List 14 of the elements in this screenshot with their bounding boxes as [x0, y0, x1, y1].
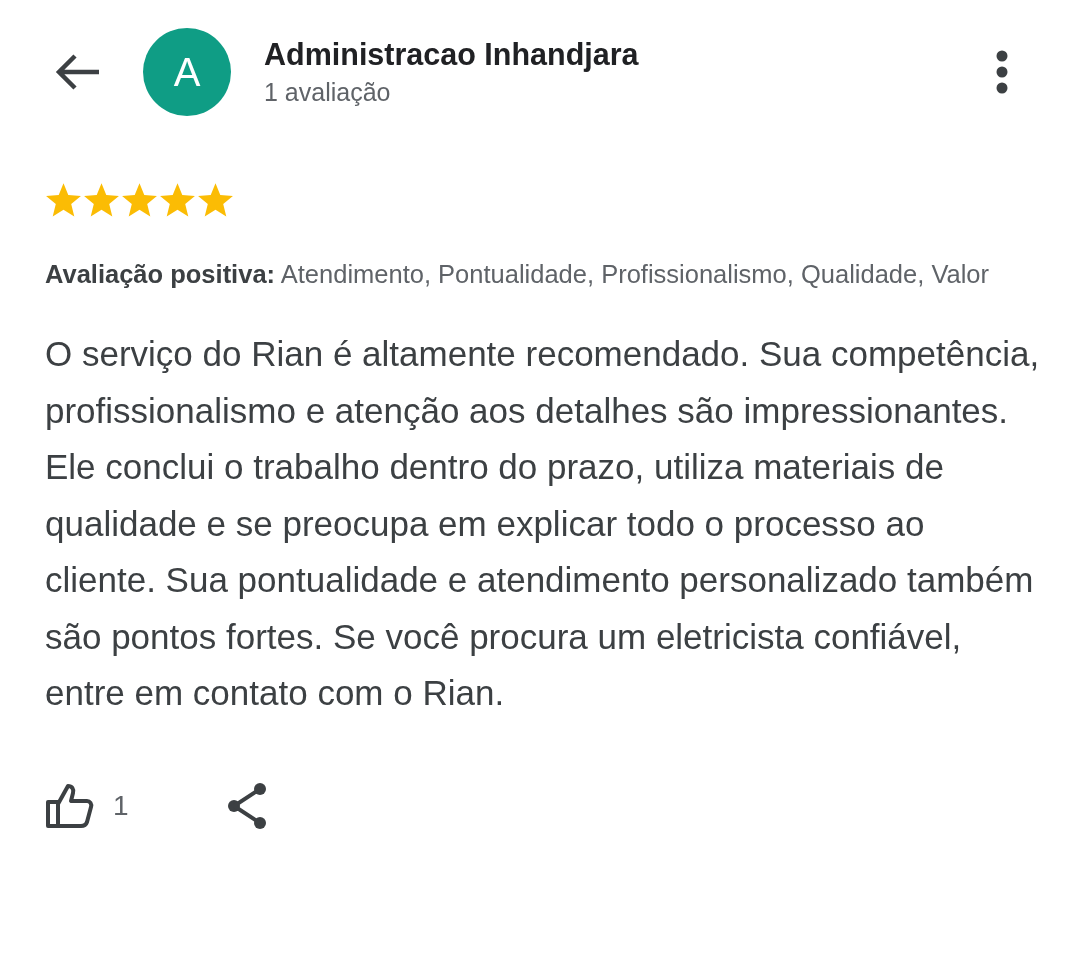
star-icon	[83, 183, 120, 219]
star-icon	[159, 183, 196, 219]
reviewer-name: Administracao Inhandjara	[264, 37, 640, 72]
star-icon	[45, 183, 82, 219]
avatar: A	[143, 28, 231, 116]
star-icon	[121, 183, 158, 219]
like-count: 1	[113, 789, 129, 822]
positive-aspects: Avaliação positiva: Atendimento, Pontualidade, Profissionalismo, Qualidade, Valor	[45, 259, 990, 290]
review-text: O serviço do Rian é altamente recomendado. Sua competência, profissionalismo e atenção aos detalhes são impressionantes. Ele conclui o trabalho dentro do prazo, utiliza materiais de qualidade e se preocupa em explicar todo o processo ao cliente. Sua pontualidade e atendimento personalizado também são pontos fortes. Se você procura um eletricista confiável, entre em contato com o Rian.	[45, 333, 1040, 714]
review-count: 1 avaliação	[264, 78, 392, 107]
back-arrow-icon[interactable]	[53, 52, 101, 92]
thumbs-up-icon[interactable]	[45, 781, 95, 830]
more-options-icon[interactable]	[995, 49, 1009, 95]
star-icon	[197, 183, 234, 219]
